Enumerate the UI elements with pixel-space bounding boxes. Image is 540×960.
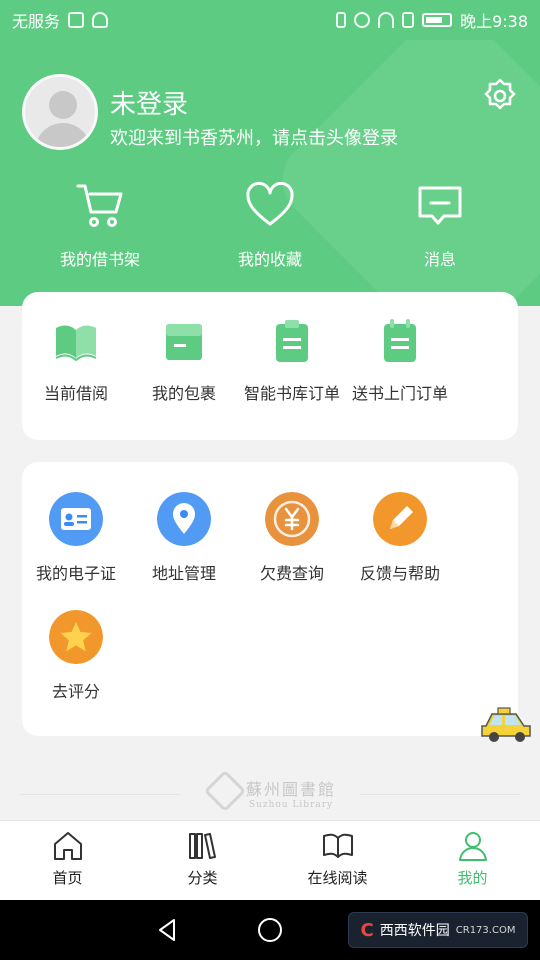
bookshelf-label: 我的借书架 xyxy=(59,250,140,269)
services-row-2: 去评分 xyxy=(22,584,518,702)
home-delivery-orders-label: 送书上门订单 xyxy=(351,384,448,403)
login-status-title[interactable]: 未登录 xyxy=(110,84,188,121)
tab-mine[interactable]: 我的 xyxy=(405,821,540,900)
watermark-text: 西西软件园 xyxy=(379,923,450,939)
current-borrowing-label: 当前借阅 xyxy=(43,384,108,403)
watermark-badge: C 西西软件园 CR173.COM xyxy=(348,912,528,948)
package-icon xyxy=(166,324,202,360)
shield-notify-icon xyxy=(68,12,85,28)
library-name-cn: 蘇州圖書館 xyxy=(246,780,337,799)
location-pin-icon xyxy=(157,492,211,546)
tab-online-reading-label: 在线阅读 xyxy=(307,869,368,887)
borrowing-grid: 当前借阅 我的包裹 智能书库订单 送书上门订单 xyxy=(22,292,518,404)
status-time: 晚上9:38 xyxy=(460,12,528,31)
pencil-icon xyxy=(373,492,427,546)
rate-app-label: 去评分 xyxy=(51,682,100,701)
vibrate-icon xyxy=(336,12,347,28)
address-management-label: 地址管理 xyxy=(151,564,216,583)
bottom-tab-bar: 首页 分类 在线阅读 我的 xyxy=(0,820,540,900)
tab-home[interactable]: 首页 xyxy=(0,821,135,900)
current-borrowing-item[interactable]: 当前借阅 xyxy=(22,316,130,404)
avatar-head xyxy=(49,91,77,119)
message-icon xyxy=(418,186,462,225)
e-card-label: 我的电子证 xyxy=(35,564,116,583)
status-right: 晚上9:38 xyxy=(336,8,528,32)
wifi-icon xyxy=(378,12,395,28)
my-package-item[interactable]: 我的包裹 xyxy=(130,316,238,404)
person-icon xyxy=(458,832,487,861)
fee-inquiry-label: 欠费查询 xyxy=(259,564,324,583)
rate-app-item[interactable]: 去评分 xyxy=(22,610,130,702)
feedback-help-label: 反馈与帮助 xyxy=(359,564,440,583)
star-icon xyxy=(49,610,103,664)
divider-left xyxy=(20,794,180,795)
tab-category[interactable]: 分类 xyxy=(135,821,270,900)
smart-library-orders-label: 智能书库订单 xyxy=(243,384,340,403)
bookshelf-button[interactable]: 我的借书架 xyxy=(40,180,160,270)
watermark-sub: CR173.COM xyxy=(455,924,516,936)
watermark-c-icon: C xyxy=(360,919,374,941)
favorites-label: 我的收藏 xyxy=(237,250,302,269)
avatar-body xyxy=(35,123,91,147)
messages-button[interactable]: 消息 xyxy=(380,180,500,270)
tab-online-reading[interactable]: 在线阅读 xyxy=(270,821,405,900)
tab-category-label: 分类 xyxy=(187,869,218,887)
home-circle-icon[interactable] xyxy=(254,914,286,946)
heart-icon xyxy=(246,181,294,226)
status-left: 无服务 xyxy=(12,8,109,32)
open-book-outline-icon xyxy=(322,833,353,858)
library-logo-icon xyxy=(203,769,247,813)
sim-alert-icon xyxy=(402,12,415,28)
fee-inquiry-item[interactable]: 欠费查询 xyxy=(238,492,346,584)
cart-icon xyxy=(76,184,123,227)
books-category-icon xyxy=(188,833,216,859)
tab-home-label: 首页 xyxy=(52,869,83,887)
floating-taxi-icon[interactable] xyxy=(478,700,534,744)
top-actions: 我的借书架 我的收藏 消息 xyxy=(0,180,540,270)
favorites-button[interactable]: 我的收藏 xyxy=(210,180,330,270)
borrowing-card: 当前借阅 我的包裹 智能书库订单 送书上门订单 xyxy=(22,292,518,440)
address-management-item[interactable]: 地址管理 xyxy=(130,492,238,584)
id-card-icon xyxy=(49,492,103,546)
smart-library-orders-item[interactable]: 智能书库订单 xyxy=(238,316,346,404)
my-package-label: 我的包裹 xyxy=(151,384,216,403)
library-name-en: Suzhou Library xyxy=(248,800,334,810)
avatar[interactable] xyxy=(22,74,98,150)
tab-mine-label: 我的 xyxy=(457,869,488,887)
carrier-text: 无服务 xyxy=(12,12,61,31)
yen-coin-icon xyxy=(265,492,319,546)
home-delivery-orders-item[interactable]: 送书上门订单 xyxy=(346,316,454,404)
feedback-help-item[interactable]: 反馈与帮助 xyxy=(346,492,454,584)
messages-label: 消息 xyxy=(423,250,456,269)
battery-icon xyxy=(422,13,453,27)
android-icon xyxy=(92,12,109,28)
e-card-item[interactable]: 我的电子证 xyxy=(22,492,130,584)
alarm-icon xyxy=(354,12,371,28)
status-bar: 无服务 晚上9:38 xyxy=(0,0,540,40)
profile-header: 未登录 欢迎来到书香苏州，请点击头像登录 我的借书架 我的收藏 消息 xyxy=(0,40,540,306)
login-prompt-text: 欢迎来到书香苏州，请点击头像登录 xyxy=(110,128,398,149)
open-book-icon xyxy=(55,325,97,362)
home-icon xyxy=(53,832,82,860)
library-logo-text: 蘇州圖書館 Suzhou Library xyxy=(246,776,336,810)
back-icon[interactable] xyxy=(152,914,184,946)
services-card: 我的电子证 地址管理 欠费查询 反馈与帮助 去评分 xyxy=(22,462,518,736)
clipboard-icon xyxy=(276,320,308,362)
divider-right xyxy=(360,794,520,795)
order-notebook-icon xyxy=(384,319,416,362)
services-row-1: 我的电子证 地址管理 欠费查询 反馈与帮助 xyxy=(22,462,518,584)
gear-icon[interactable] xyxy=(480,76,520,116)
